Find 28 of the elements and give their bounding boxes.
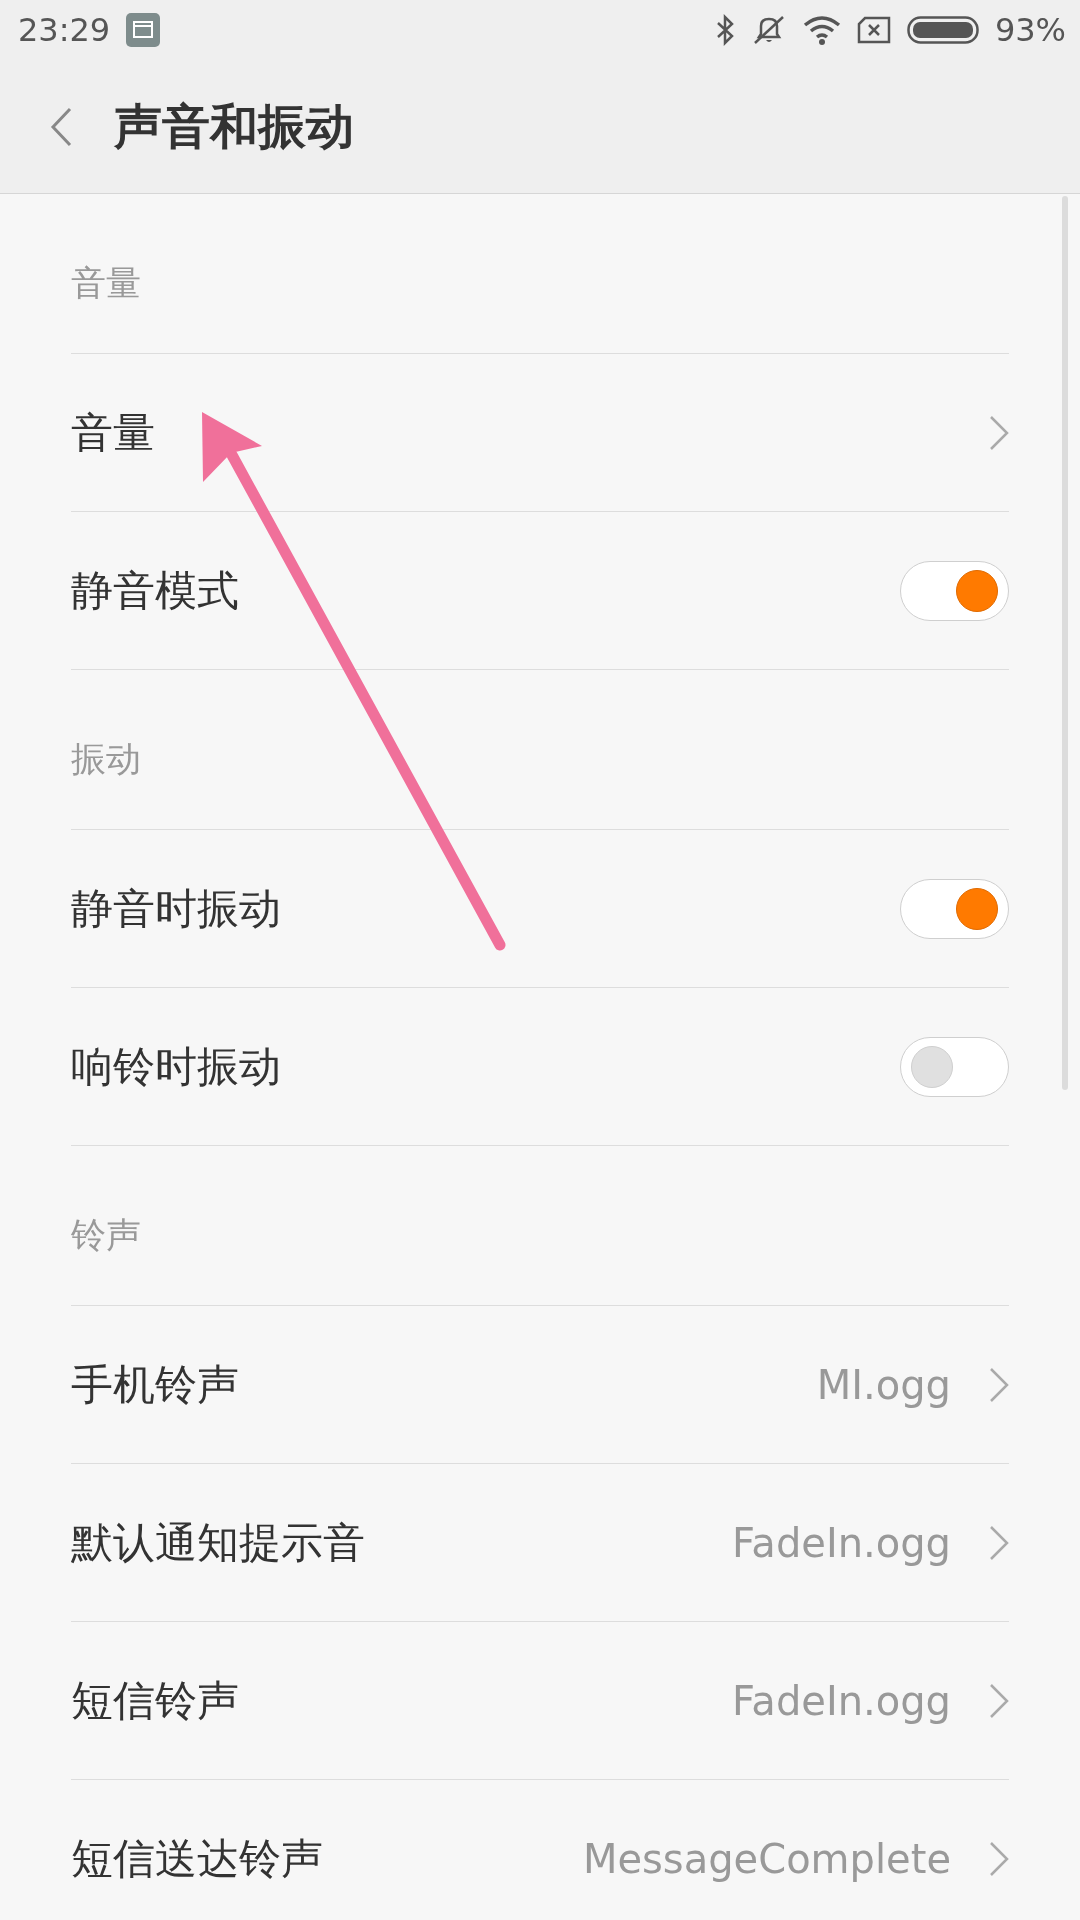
setting-label[interactable]: 手机铃声 — [71, 1356, 817, 1413]
setting-label[interactable]: 默认通知提示音 — [71, 1514, 733, 1571]
section-header: 铃声 — [71, 1214, 141, 1257]
battery-icon — [906, 16, 979, 44]
battery-percent: 93% — [994, 11, 1066, 49]
setting-label[interactable]: 静音模式 — [71, 562, 900, 619]
setting-label[interactable]: 静音时振动 — [71, 880, 900, 937]
window-icon — [126, 13, 161, 47]
setting-label[interactable]: 短信铃声 — [71, 1672, 733, 1729]
setting-value: MI.ogg — [816, 1361, 951, 1408]
section-header: 振动 — [71, 738, 141, 781]
setting-value: MessageComplete — [582, 1835, 951, 1882]
setting-label[interactable]: 短信送达铃声 — [71, 1830, 583, 1887]
back-icon[interactable] — [50, 106, 72, 147]
chevron-icon — [989, 1840, 1009, 1877]
page-title: 声音和振动 — [114, 96, 354, 156]
chevron-icon — [989, 414, 1009, 451]
clock: 23:29 — [18, 11, 111, 49]
setting-value: FadeIn.ogg — [732, 1677, 951, 1724]
setting-value: FadeIn.ogg — [732, 1519, 951, 1566]
section-header: 音量 — [71, 262, 141, 305]
setting-label[interactable]: 响铃时振动 — [71, 1038, 900, 1095]
chevron-icon — [989, 1682, 1009, 1719]
chevron-icon — [989, 1524, 1009, 1561]
sim-card-icon — [856, 16, 891, 44]
chevron-icon — [989, 1366, 1009, 1403]
setting-label[interactable]: 音量 — [71, 404, 989, 461]
wifi-icon — [802, 15, 841, 45]
